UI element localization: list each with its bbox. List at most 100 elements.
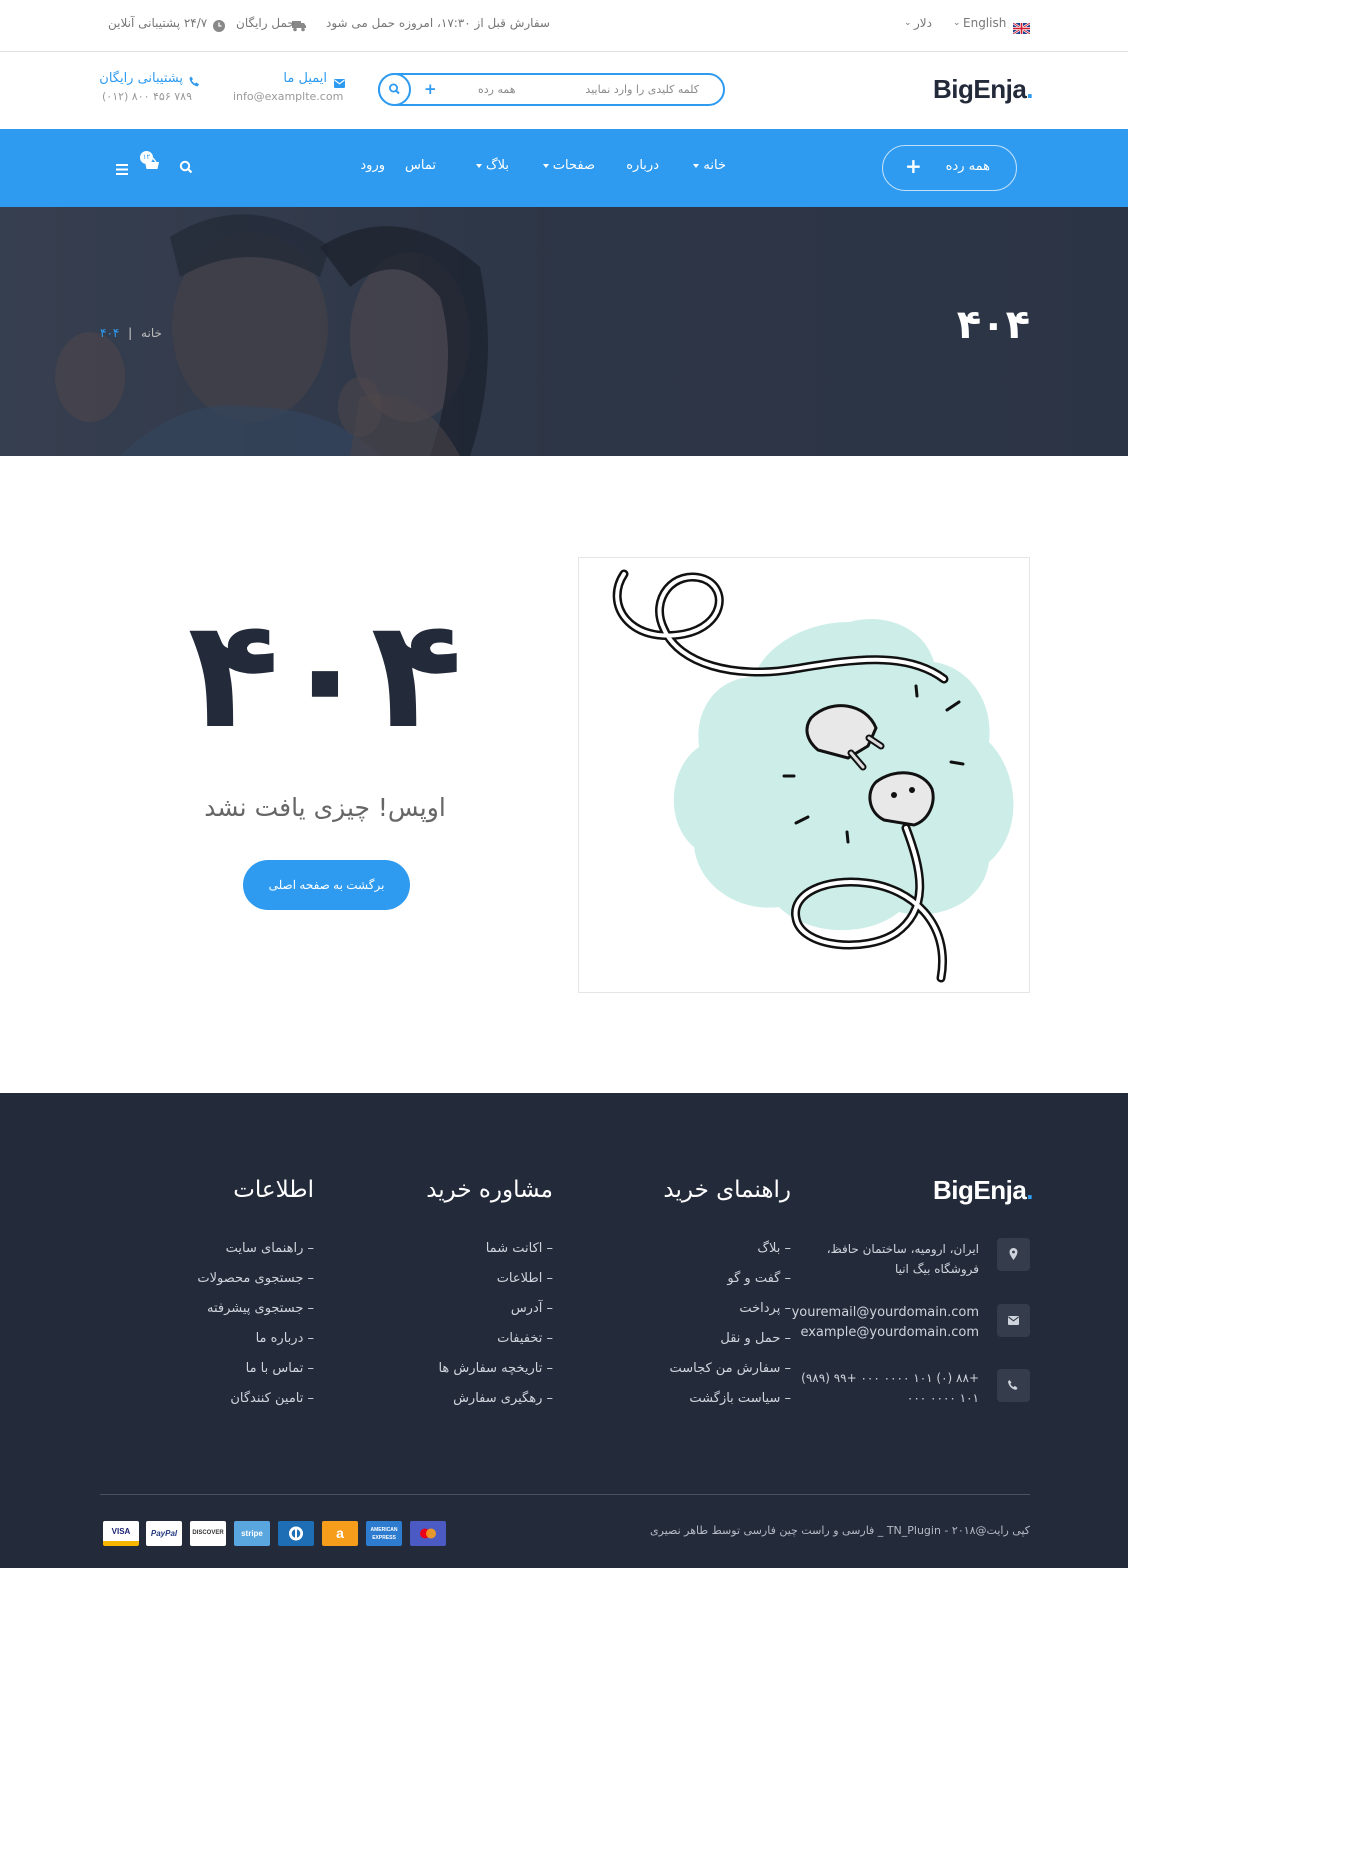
support-online-text: ۲۴/۷ پشتیبانی آنلاین xyxy=(108,16,208,30)
nav-item-home[interactable]: خانه xyxy=(689,158,726,173)
footer-link[interactable]: – جستجوی محصولات xyxy=(197,1271,314,1286)
footer-link[interactable]: – سفارش من کجاست xyxy=(669,1361,791,1376)
nav-item-about[interactable]: درباره xyxy=(626,158,659,173)
menu-icon[interactable] xyxy=(116,160,128,179)
email-value[interactable]: info@examplte.com xyxy=(233,90,343,103)
phone-number[interactable]: +۸۸ (۰) ۱۰۱ ۰۰۰۰ ۰۰۰ +۹۹ (۹۸۹) xyxy=(801,1368,979,1388)
footer-col-heading: راهنمای خرید xyxy=(663,1177,791,1203)
logo-dot: . xyxy=(1026,1175,1034,1205)
search-icon xyxy=(388,83,400,95)
footer-phones: +۸۸ (۰) ۱۰۱ ۰۰۰۰ ۰۰۰ +۹۹ (۹۸۹) ۱۰۱ ۰۰۰۰ … xyxy=(801,1368,979,1408)
unplugged-illustration xyxy=(578,557,1030,993)
nav-item-label: ورود xyxy=(360,158,385,173)
discover-icon: DISCOVER xyxy=(190,1521,226,1546)
phone-icon xyxy=(189,72,200,91)
caret-down-icon xyxy=(693,163,700,168)
footer-link[interactable]: – اکانت شما xyxy=(486,1241,553,1256)
footer-link[interactable]: – بلاگ xyxy=(757,1241,791,1256)
currency-selector[interactable]: دلار xyxy=(914,16,932,30)
footer-emails: youremail@yourdomain.com example@yourdom… xyxy=(792,1303,979,1343)
clock-icon xyxy=(213,17,225,36)
nav-item-label: خانه xyxy=(703,158,726,173)
breadcrumb: ۴۰۴ | خانه xyxy=(100,326,162,340)
unplugged-cable-icon xyxy=(612,569,1014,983)
breadcrumb-current: ۴۰۴ xyxy=(100,326,120,340)
nav-item-login[interactable]: ورود xyxy=(360,158,385,173)
logo-text: BigEnja xyxy=(933,1175,1027,1205)
footer-link[interactable]: – جستجوی پیشرفته xyxy=(207,1301,314,1316)
uk-flag-icon xyxy=(1012,19,1031,36)
nav-item-contact[interactable]: تماس xyxy=(405,158,436,173)
copyright-text: کپی رایت@۲۰۱۸ - TN_Plugin _ فارسی و راست… xyxy=(650,1524,1030,1537)
footer-link[interactable]: – حمل و نقل xyxy=(720,1331,791,1346)
nav-item-pages[interactable]: صفحات xyxy=(539,158,595,173)
american-express-icon: AMERICAN EXPRESS xyxy=(366,1521,402,1546)
email-link[interactable]: example@yourdomain.com xyxy=(792,1323,979,1343)
footer-link[interactable]: – راهنمای سایت xyxy=(226,1241,314,1256)
mastercard-icon xyxy=(410,1521,446,1546)
location-icon xyxy=(997,1238,1030,1271)
footer-link[interactable]: – تاریخچه سفارش ها xyxy=(438,1361,553,1376)
category-plus-icon[interactable]: + xyxy=(424,80,437,98)
nav-item-label: تماس xyxy=(405,158,436,173)
search-bar: کلمه کلیدی را وارد نمایید همه رده + xyxy=(378,73,725,106)
footer-logo[interactable]: BigEnja. xyxy=(933,1175,1034,1206)
email-label: ایمیل ما xyxy=(283,71,327,86)
language-selector[interactable]: English xyxy=(963,16,1006,30)
search-button[interactable] xyxy=(378,73,411,106)
support-label: پشتیبانی رایگان xyxy=(99,71,183,86)
footer: BigEnja. ایران، ارومیه، ساختمان حافظ، فر… xyxy=(0,1093,1128,1568)
free-shipping-text: حمل رایگان xyxy=(236,16,295,30)
footer-link[interactable]: – تماس با ما xyxy=(246,1361,314,1376)
footer-link[interactable]: – سیاست بازگشت xyxy=(689,1391,791,1406)
page-banner: ۴۰۴ ۴۰۴ | خانه xyxy=(0,207,1128,456)
caret-down-icon xyxy=(542,163,549,168)
address-line: ایران، ارومیه، ساختمان حافظ، xyxy=(826,1242,979,1256)
footer-divider xyxy=(100,1494,1030,1495)
all-categories-label: همه رده xyxy=(945,159,990,174)
logo-dot: . xyxy=(1026,74,1034,104)
header: BigEnja. کلمه کلیدی را وارد نمایید همه ر… xyxy=(0,52,1128,129)
footer-link[interactable]: – پرداخت xyxy=(739,1301,791,1316)
support-phone[interactable]: (۰۱۲) ۸۰۰ ۴۵۶ ۷۸۹ xyxy=(102,90,192,103)
phone-icon xyxy=(997,1369,1030,1402)
nav-item-label: بلاگ xyxy=(485,158,509,173)
page-title: ۴۰۴ xyxy=(956,302,1030,348)
search-input[interactable]: کلمه کلیدی را وارد نمایید xyxy=(585,83,699,96)
footer-link[interactable]: – رهگیری سفارش xyxy=(453,1391,553,1406)
paypal-icon: PayPal xyxy=(146,1521,182,1546)
error-code: ۴۰۴ xyxy=(187,588,463,762)
footer-col-heading: مشاوره خرید xyxy=(426,1177,553,1203)
caret-down-icon xyxy=(475,163,482,168)
nav-item-label: درباره xyxy=(626,158,659,173)
main-nav: همه رده + خانه درباره صفحات بلاگ تماس ور… xyxy=(0,129,1128,207)
envelope-icon xyxy=(997,1304,1030,1337)
footer-link[interactable]: – تخفیفات xyxy=(497,1331,553,1346)
logo-text: BigEnja xyxy=(933,74,1027,104)
chevron-down-icon: ⌄ xyxy=(953,18,961,28)
amazon-icon: a xyxy=(322,1521,358,1546)
phone-number[interactable]: ۱۰۱ ۰۰۰۰ ۰۰۰ xyxy=(801,1388,979,1408)
diners-club-icon xyxy=(278,1521,314,1546)
search-category-select[interactable]: همه رده xyxy=(478,83,516,96)
plus-icon: + xyxy=(905,154,922,178)
footer-col-heading: اطلاعات xyxy=(233,1177,314,1203)
footer-link[interactable]: – آدرس xyxy=(511,1301,553,1316)
footer-link[interactable]: – تامین کنندگان xyxy=(230,1391,314,1406)
site-logo[interactable]: BigEnja. xyxy=(933,74,1034,105)
stripe-icon: stripe xyxy=(234,1521,270,1546)
error-message: اوپس! چیزی یافت نشد xyxy=(204,793,446,822)
footer-link[interactable]: – اطلاعات xyxy=(497,1271,553,1286)
back-to-home-button[interactable]: برگشت به صفحه اصلی xyxy=(243,860,410,910)
all-categories-button[interactable]: همه رده + xyxy=(882,145,1017,191)
footer-address: ایران، ارومیه، ساختمان حافظ، فروشگاه بیگ… xyxy=(827,1239,979,1279)
nav-item-blog[interactable]: بلاگ xyxy=(472,158,509,173)
footer-link[interactable]: – درباره ما xyxy=(256,1331,314,1346)
footer-link[interactable]: – گفت و گو xyxy=(727,1271,791,1286)
breadcrumb-home[interactable]: خانه xyxy=(141,326,162,340)
search-icon[interactable] xyxy=(179,159,193,178)
email-link[interactable]: youremail@yourdomain.com xyxy=(792,1303,979,1323)
chevron-down-icon: ⌄ xyxy=(904,18,912,28)
cart-count-badge: ۱۲ xyxy=(140,151,153,164)
visa-icon: VISA xyxy=(103,1521,139,1546)
